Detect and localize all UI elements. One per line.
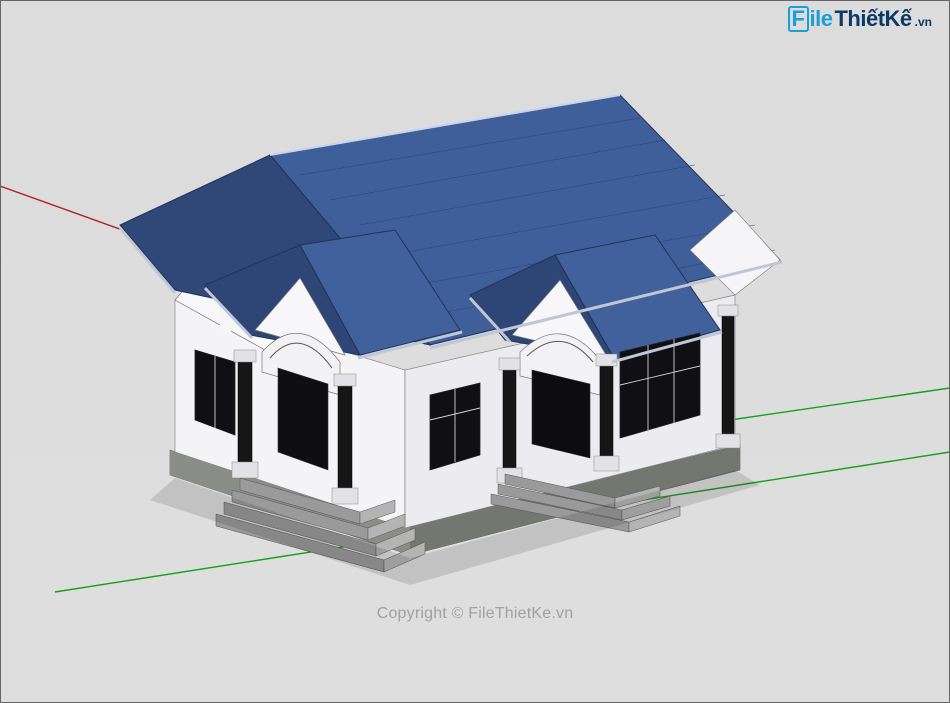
viewport[interactable]: File ThiếtKế .vn Copyright © FileThietKe…	[0, 0, 950, 703]
logo-part-file: File	[788, 6, 833, 32]
model-render	[0, 0, 950, 703]
watermark-logo: File ThiếtKế .vn	[788, 6, 932, 32]
logo-part-thietke: ThiếtKế	[834, 6, 911, 32]
logo-suffix: .vn	[915, 15, 932, 29]
